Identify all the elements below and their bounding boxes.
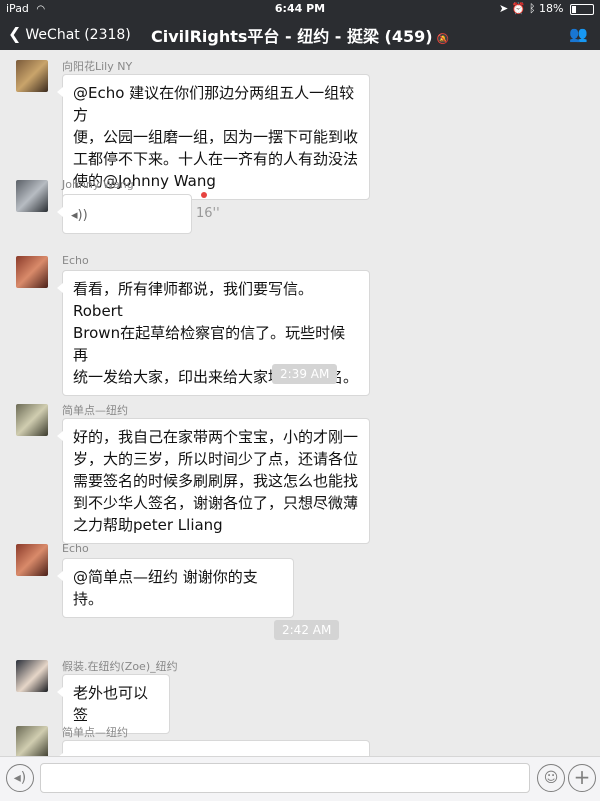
location-icon: ➤	[499, 2, 509, 15]
message-item: 简单点—纽约	[14, 724, 574, 756]
message-item: Echo @简单点—纽约 谢谢你的支持。	[14, 542, 574, 618]
avatar[interactable]	[16, 726, 48, 756]
mute-icon: 🔕	[436, 34, 450, 45]
battery-fill	[572, 5, 576, 13]
message-list[interactable]: 向阳花Lily NY @Echo 建议在你们那边分两组五人一组较方 便，公园一组…	[0, 50, 600, 756]
status-bar: iPad ◠ 6:44 PM ➤ ⏰ ᛒ 18%	[0, 0, 600, 18]
emoji-icon: ☺	[543, 770, 559, 786]
voice-wave-icon: ◂))	[71, 208, 88, 223]
sender-name: 假装.在纽约(Zoe)_纽约	[62, 660, 178, 673]
members-button[interactable]: 👥	[569, 25, 588, 43]
avatar[interactable]	[16, 60, 48, 92]
message-input[interactable]	[40, 763, 530, 793]
plus-icon: +	[573, 765, 591, 789]
message-item: 简单点—纽约 好的，我自己在家带两个宝宝，小的才刚一 岁，大的三岁，所以时间少了…	[14, 402, 574, 544]
voice-message-bubble[interactable]: ◂))	[57, 194, 192, 234]
timestamp-chip: 2:42 AM	[274, 620, 340, 640]
message-bubble[interactable]: @简单点—纽约 谢谢你的支持。	[57, 558, 294, 618]
message-bubble[interactable]	[57, 740, 370, 756]
unread-dot	[201, 192, 207, 198]
emoji-button[interactable]: ☺	[537, 764, 565, 792]
battery-text: 18%	[539, 2, 564, 15]
timestamp-chip: 2:39 AM	[272, 364, 338, 384]
message-item: 向阳花Lily NY @Echo 建议在你们那边分两组五人一组较方 便，公园一组…	[14, 58, 574, 200]
sender-name: 简单点—纽约	[62, 726, 128, 739]
voice-icon: ◂)	[13, 770, 27, 786]
voice-toggle-button[interactable]: ◂)	[6, 764, 34, 792]
message-item: Echo 看看，所有律师都说，我们要写信。Robert Brown在起草给检察官…	[14, 254, 574, 396]
battery-icon	[570, 3, 594, 15]
avatar[interactable]	[16, 660, 48, 692]
avatar[interactable]	[16, 404, 48, 436]
avatar[interactable]	[16, 180, 48, 212]
sender-name: Johnny Wang	[62, 178, 134, 191]
plus-button[interactable]: +	[568, 764, 596, 792]
avatar[interactable]	[16, 256, 48, 288]
nav-bar: ❮ WeChat (2318) CivilRights平台 - 纽约 - 挺梁 (…	[0, 18, 600, 50]
message-bubble[interactable]: 好的，我自己在家带两个宝宝，小的才刚一 岁，大的三岁，所以时间少了点，还请各位 …	[57, 418, 370, 544]
sender-name: Echo	[62, 254, 89, 267]
message-item: Johnny Wang ◂)) 16''	[14, 178, 574, 240]
members-icon: 👥	[569, 25, 588, 43]
alarm-icon: ⏰	[511, 2, 526, 15]
chat-title-text: CivilRights平台 - 纽约 - 挺梁 (459)	[150, 27, 433, 46]
sender-name: 向阳花Lily NY	[62, 60, 133, 73]
avatar[interactable]	[16, 544, 48, 576]
sender-name: 简单点—纽约	[62, 404, 128, 417]
bluetooth-icon: ᛒ	[528, 2, 536, 15]
status-right: ➤ ⏰ ᛒ 18%	[499, 2, 594, 15]
sender-name: Echo	[62, 542, 89, 555]
message-item: 假装.在纽约(Zoe)_纽约 老外也可以签	[14, 658, 574, 734]
voice-duration: 16''	[196, 206, 220, 221]
chat-title: CivilRights平台 - 纽约 - 挺梁 (459) 🔕	[0, 23, 600, 47]
input-bar: ◂) ☺ +	[0, 756, 600, 801]
